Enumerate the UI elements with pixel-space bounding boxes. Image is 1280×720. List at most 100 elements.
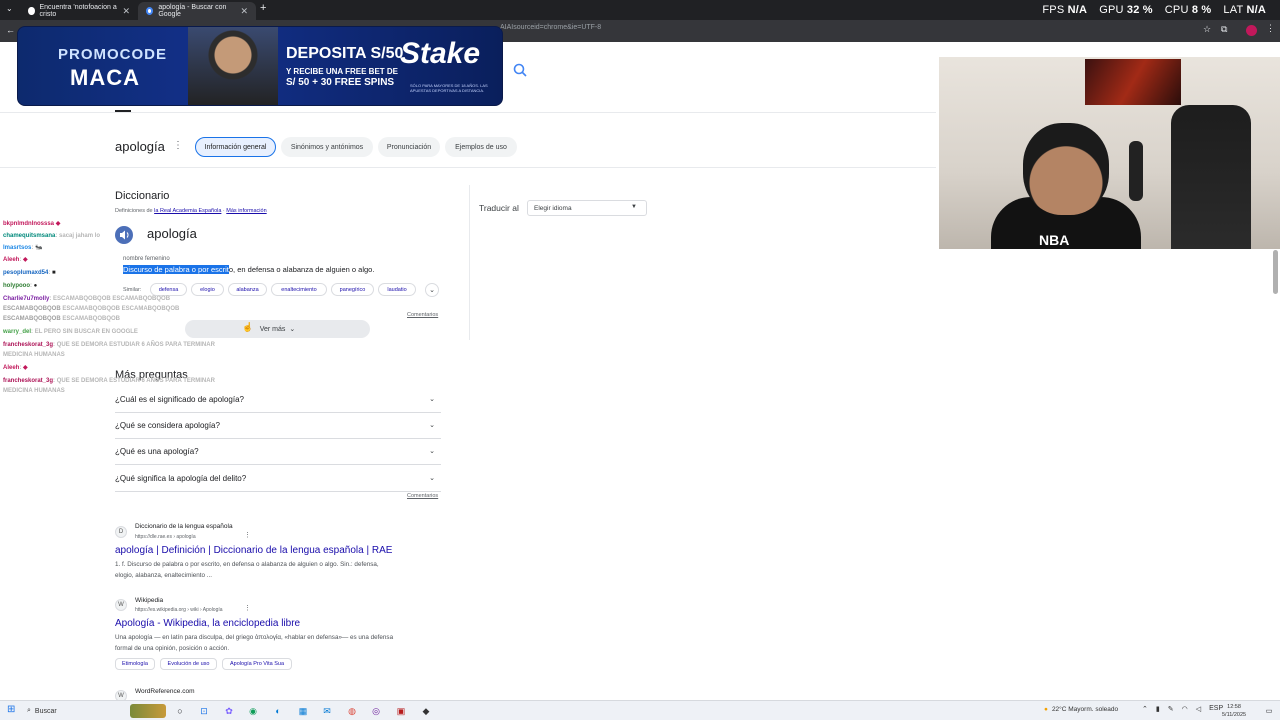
question-item[interactable]: ¿Qué se considera apología? ⌄ <box>115 413 441 439</box>
synonym-chip[interactable]: panegírico <box>331 283 374 296</box>
result-options-icon[interactable]: ⋮ <box>244 531 251 539</box>
result-options-icon[interactable]: ⋮ <box>244 604 251 612</box>
question-item[interactable]: ¿Qué significa la apología del delito? ⌄ <box>115 466 441 492</box>
app-icon[interactable]: ◐ <box>271 704 285 718</box>
windows-start-icon[interactable]: ⊞ <box>7 704 15 715</box>
dropdown-caret-icon: ▼ <box>631 204 637 210</box>
ad-person-photo <box>188 27 278 105</box>
see-more-label: Ver más <box>259 325 286 333</box>
chat-line: holypooo: ● <box>3 283 38 289</box>
task-view-icon[interactable]: ○ <box>173 704 187 718</box>
chevron-down-icon: ⌄ <box>429 396 435 403</box>
tab-google-search[interactable]: apología - Buscar con Google ✕ <box>138 2 256 20</box>
copilot-icon[interactable]: ✿ <box>222 704 236 718</box>
chat-line: MEDICINA HUMANAS <box>3 352 65 358</box>
translate-label: Traducir al <box>479 203 519 213</box>
synonym-chip[interactable]: enaltecimiento <box>271 283 327 296</box>
notifications-icon[interactable]: ▭ <box>1262 704 1276 718</box>
result-title-link[interactable]: Apología - Wikipedia, la enciclopedia li… <box>115 618 300 629</box>
chevron-down-icon: ⌄ <box>429 475 435 482</box>
chip-pronunciacion[interactable]: Pronunciación <box>378 137 440 157</box>
taskbar-search[interactable]: ⌕ Buscar <box>27 704 125 718</box>
synonym-chip[interactable]: alabanza <box>228 283 267 296</box>
stake-ad-banner: PROMOCODE MACA DEPOSITA S/50 Y RECIBE UN… <box>17 26 503 106</box>
file-explorer-icon[interactable]: ⊡ <box>197 704 211 718</box>
more-info-link[interactable]: Más información <box>226 208 266 214</box>
result-title-link[interactable]: apología | Definición | Diccionario de l… <box>115 545 392 556</box>
edge-icon[interactable]: ◉ <box>246 704 260 718</box>
ad-promo-line2: MACA <box>70 65 140 90</box>
question-item[interactable]: ¿Qué es una apología? ⌄ <box>115 439 441 465</box>
chat-line: francheskorat_3g: QUE SE DEMORA ESTUDIAR… <box>3 378 215 384</box>
tab-tiktok[interactable]: Encuentra 'notofoacion a cristo ✕ <box>20 2 138 20</box>
query-options-icon[interactable]: ⋮ <box>173 140 183 151</box>
browser-menu-icon[interactable]: ⋮ <box>1266 23 1275 34</box>
volume-icon[interactable]: ◁ <box>1196 705 1201 713</box>
chevron-down-icon: ⌄ <box>289 326 296 333</box>
extensions-icon[interactable]: ⧉ <box>1221 24 1227 35</box>
chrome-icon[interactable]: ◍ <box>345 704 359 718</box>
close-tab-icon[interactable]: ✕ <box>122 6 130 17</box>
result-sitelink-chip[interactable]: Apología Pro Vita Sua <box>222 658 292 670</box>
wifi-icon[interactable]: ◠ <box>1182 705 1188 713</box>
feedback-link[interactable]: Comentarios <box>407 312 438 318</box>
pen-icon[interactable]: ✎ <box>1168 705 1174 713</box>
close-tab-icon[interactable]: ✕ <box>240 6 248 17</box>
tab-title: apología - Buscar con Google <box>158 4 227 18</box>
feedback-link[interactable]: Comentarios <box>407 493 438 499</box>
clock[interactable]: 12:58 5/11/2025 <box>1222 703 1246 719</box>
back-arrow-icon[interactable]: ← <box>6 25 15 35</box>
chip-sinonimos[interactable]: Sinónimos y antónimos <box>281 137 373 157</box>
chip-informacion-general[interactable]: Información general <box>195 137 276 157</box>
store-icon[interactable]: ▦ <box>296 704 310 718</box>
language-select[interactable]: Elegir idioma ▼ <box>527 200 647 216</box>
question-item[interactable]: ¿Cuál es el significado de apología? ⌄ <box>115 387 441 413</box>
synonym-chip[interactable]: elogio <box>191 283 224 296</box>
gaming-chair <box>1171 105 1251 249</box>
dictionary-headword: apología <box>147 226 197 241</box>
dictionary-source: Definiciones de la Real Academia Español… <box>115 208 267 214</box>
synonym-chip[interactable]: laudatio <box>378 283 416 296</box>
chat-line: Aleeh: ◆ <box>3 257 28 263</box>
system-tray[interactable]: ⌃ ▮ ✎ ◠ ◁ ESP <box>1142 705 1223 713</box>
streamer-head <box>1023 123 1109 215</box>
ad-promo-line1: PROMOCODE <box>58 46 168 63</box>
chat-line: pesoplumaxd54: ■ <box>3 270 56 276</box>
chevron-up-icon[interactable]: ⌃ <box>1142 705 1148 713</box>
chevron-down-icon[interactable]: ⌄ <box>425 283 439 297</box>
page-scrollbar[interactable] <box>1273 250 1278 294</box>
see-more-button[interactable]: Ver más ⌄ <box>185 320 370 338</box>
ad-brand-logo: Stake <box>400 37 481 70</box>
weather-widget[interactable]: ● 22°C Mayorm. soleado <box>1044 706 1118 713</box>
app-icon[interactable]: ▣ <box>394 704 408 718</box>
wikipedia-favicon-icon: W <box>115 599 127 611</box>
result-sitelink-chip[interactable]: Evolución de uso <box>160 658 217 670</box>
ad-fine-print: SÓLO PARA MAYORES DE 18 AÑOS. LAS APUEST… <box>410 83 488 93</box>
obs-icon[interactable]: ◆ <box>419 704 433 718</box>
app-icon[interactable]: ◎ <box>369 704 383 718</box>
ad-deposit-text: DEPOSITA S/50 <box>286 45 404 62</box>
ad-bonus-line1: Y RECIBE UNA FREE BET DE <box>286 67 399 76</box>
profile-avatar[interactable] <box>1246 25 1257 36</box>
google-favicon-icon <box>146 7 154 15</box>
bookmark-star-icon[interactable]: ☆ <box>1203 24 1211 35</box>
result-url: https://dle.rae.es › apología <box>135 534 196 540</box>
pronunciation-audio-button[interactable] <box>115 226 133 244</box>
new-tab-icon[interactable]: + <box>260 2 266 14</box>
ad-bonus-line2: S/ 50 + 30 FREE SPINS <box>286 77 395 88</box>
search-submit-icon[interactable] <box>510 60 534 80</box>
performance-overlay: FPS N/A GPU 32 % CPU 8 % LAT N/A <box>1042 4 1266 16</box>
chip-ejemplos[interactable]: Ejemplos de uso <box>445 137 517 157</box>
rae-favicon-icon: D <box>115 526 127 538</box>
mic-icon[interactable]: ▮ <box>1156 705 1160 713</box>
url-text[interactable]: AIAIsourceid=chrome&ie=UTF-8 <box>500 24 601 31</box>
wall-painting <box>1085 59 1181 105</box>
app-icon[interactable]: ✉ <box>320 704 334 718</box>
webcam-feed: NBA <box>939 57 1280 249</box>
rae-link[interactable]: la Real Academia Española <box>154 208 221 214</box>
tab-search-icon[interactable]: ⌄ <box>6 4 13 13</box>
definition-selection: Discurso de palabra o por escrit <box>123 265 229 274</box>
widgets-icon[interactable] <box>130 704 166 718</box>
chat-line: bkpnlmdnlnosssa ◆ <box>3 221 61 227</box>
result-sitelink-chip[interactable]: Etimología <box>115 658 155 670</box>
